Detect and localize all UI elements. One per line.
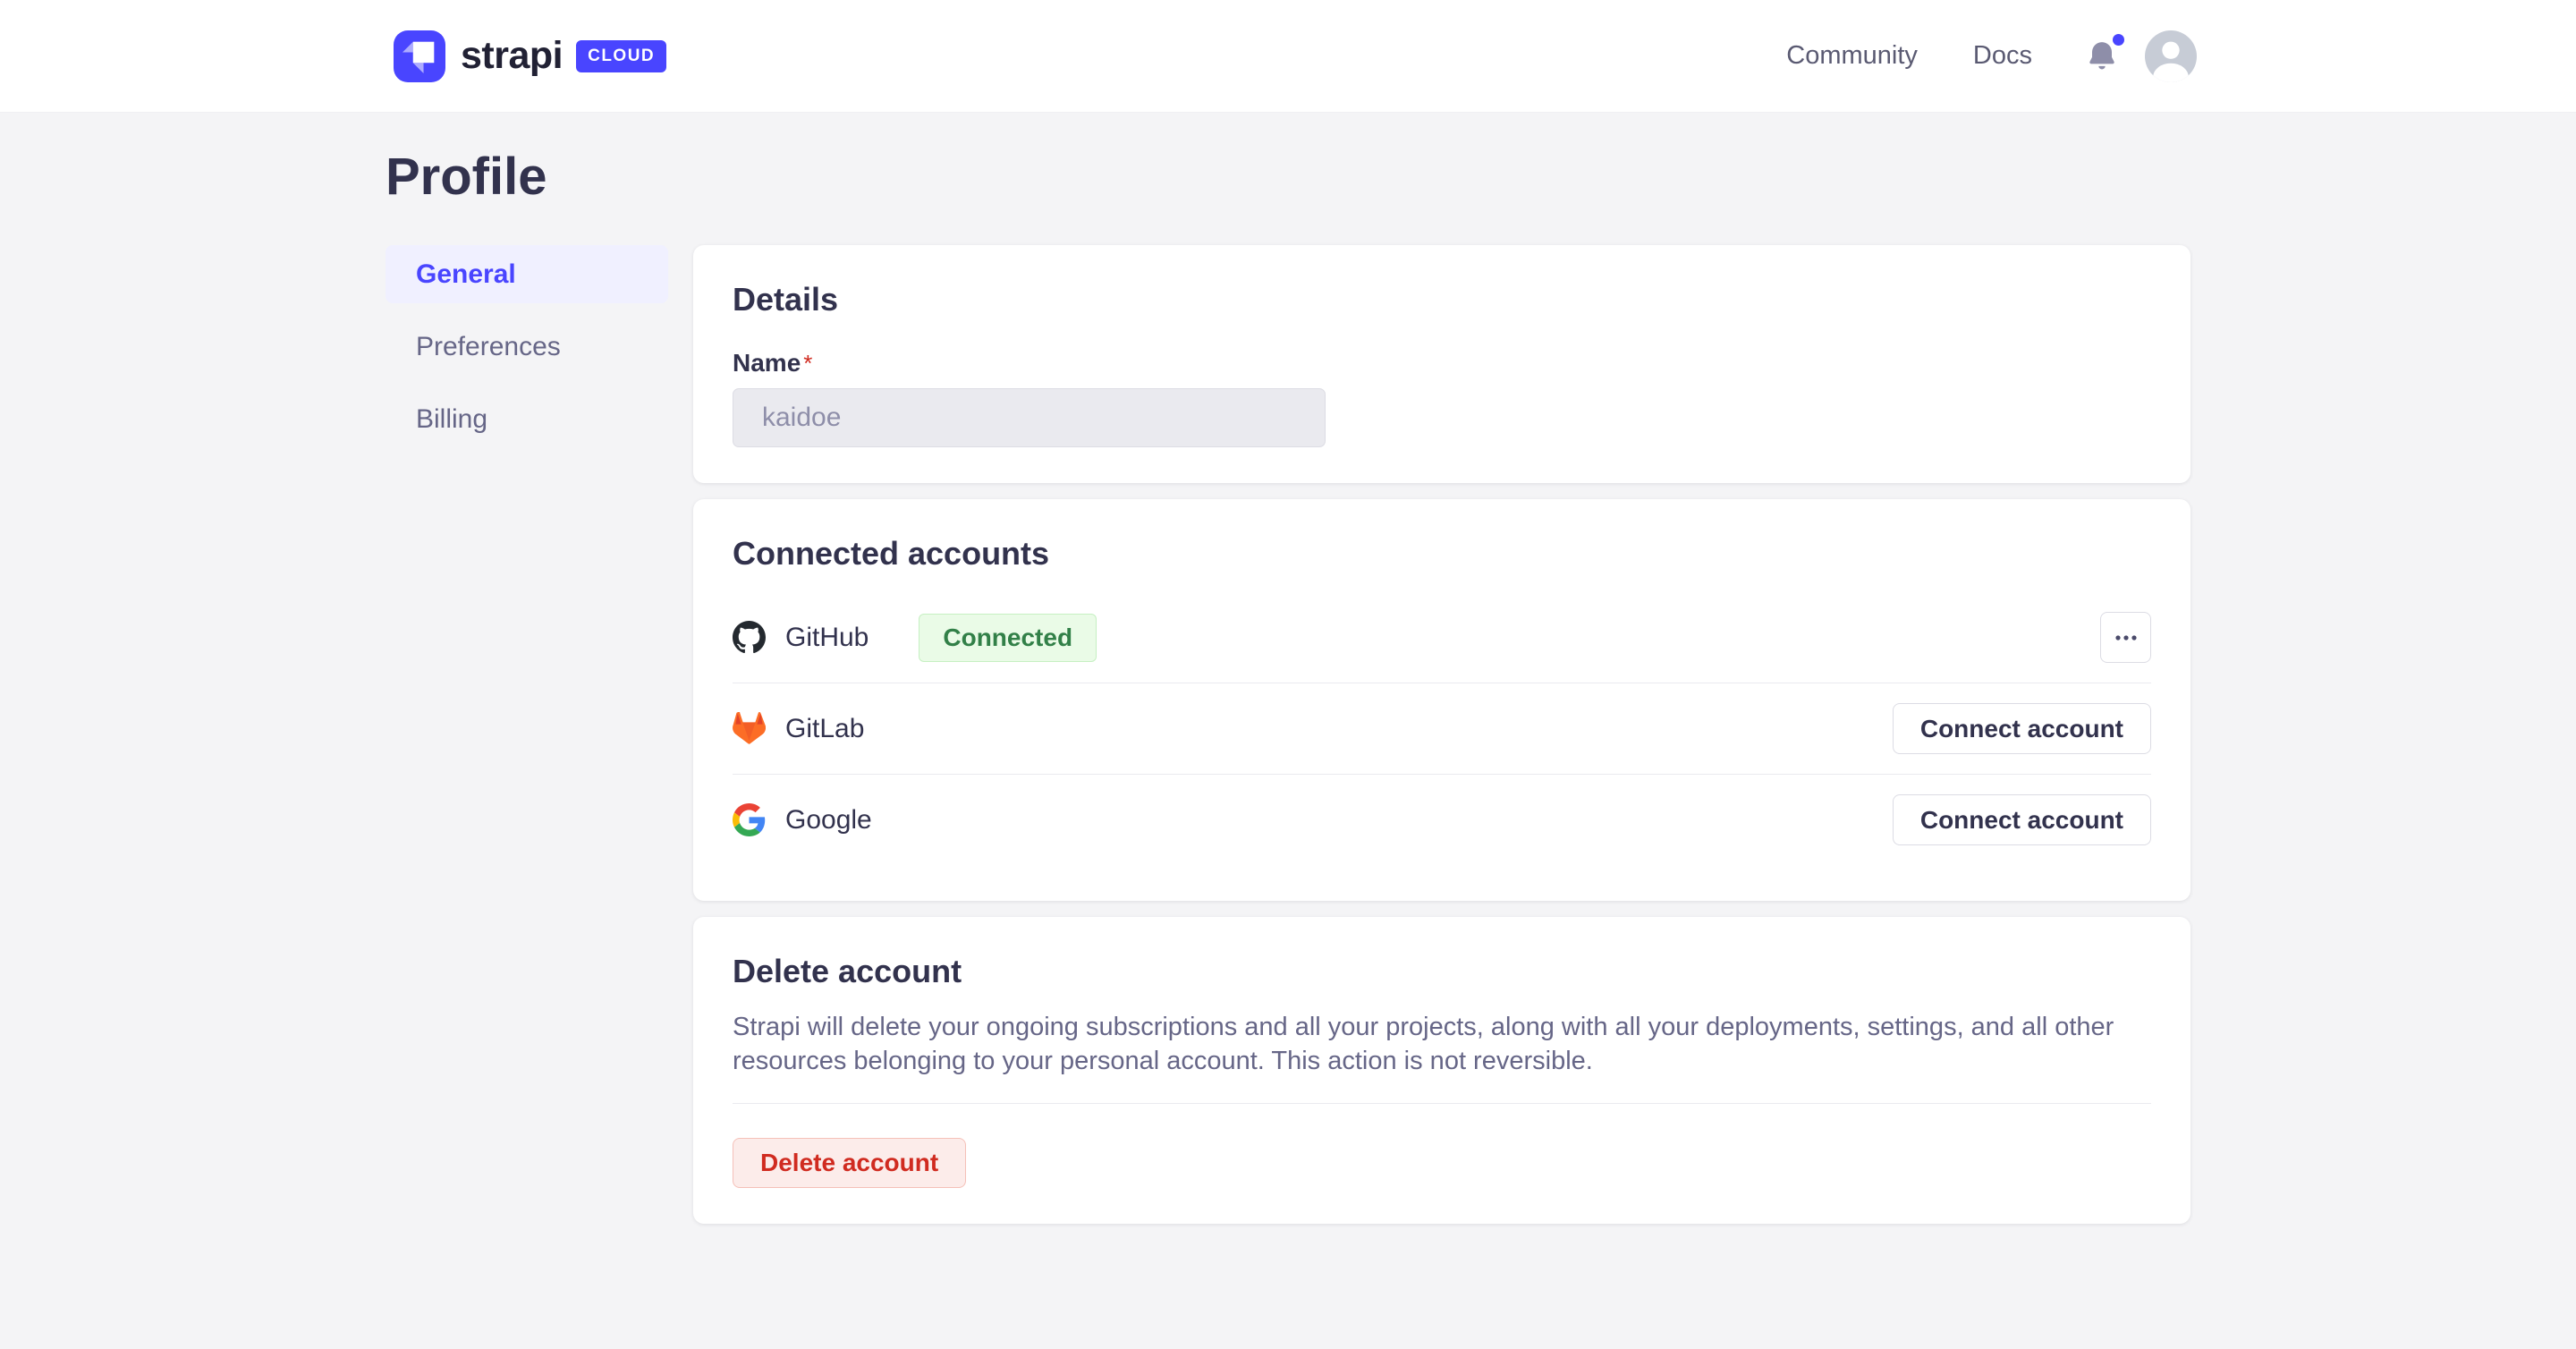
github-more-options-button[interactable] [2100,612,2151,663]
sidebar-item-preferences[interactable]: Preferences [386,318,668,376]
more-options-icon [2115,635,2137,641]
top-navbar: strapi CLOUD Community Docs [0,0,2576,113]
connected-status-badge: Connected [919,614,1097,662]
strapi-logo-icon [394,30,445,82]
details-card-title: Details [733,281,2151,318]
sidebar-item-billing[interactable]: Billing [386,390,668,448]
provider-name: GitLab [785,714,864,744]
notifications-button[interactable] [2084,37,2120,76]
name-field: Name* [733,349,2151,447]
gitlab-icon [733,712,766,745]
name-input [733,388,1326,447]
cloud-badge: CLOUD [576,40,666,72]
page-content: Profile General Preferences Billing Deta… [386,113,2190,1240]
delete-account-card: Delete account Strapi will delete your o… [693,917,2190,1224]
provider-name: Google [785,805,872,836]
nav-link-docs[interactable]: Docs [1973,41,2032,71]
github-icon [733,621,766,654]
details-card: Details Name* [693,245,2190,483]
google-connect-account-button[interactable]: Connect account [1893,794,2151,845]
header-nav: Community Docs [1786,30,2197,82]
connected-accounts-title: Connected accounts [733,535,2151,573]
delete-account-button[interactable]: Delete account [733,1138,966,1188]
settings-sidebar: General Preferences Billing [386,245,668,462]
brand-logo[interactable]: strapi CLOUD [394,30,666,82]
provider-name: GitHub [785,623,869,653]
delete-account-title: Delete account [733,953,2151,990]
account-row-gitlab: GitLab Connect account [733,683,2151,774]
gitlab-connect-account-button[interactable]: Connect account [1893,703,2151,754]
connected-accounts-card: Connected accounts GitHub Connected [693,499,2190,901]
delete-account-description: Strapi will delete your ongoing subscrip… [733,1010,2128,1078]
account-row-google: Google Connect account [733,774,2151,865]
account-row-github: GitHub Connected [733,592,2151,683]
notification-unread-dot [2113,34,2124,46]
divider [733,1103,2151,1104]
page-title: Profile [386,145,2190,209]
nav-link-community[interactable]: Community [1786,41,1918,71]
brand-wordmark: strapi [461,34,563,78]
required-asterisk: * [803,350,812,377]
name-field-label: Name [733,349,801,377]
person-icon [2145,30,2197,82]
sidebar-item-general[interactable]: General [386,245,668,303]
settings-main: Details Name* Connected accounts GitHub … [693,245,2190,1240]
user-avatar[interactable] [2145,30,2197,82]
google-icon [733,803,766,836]
